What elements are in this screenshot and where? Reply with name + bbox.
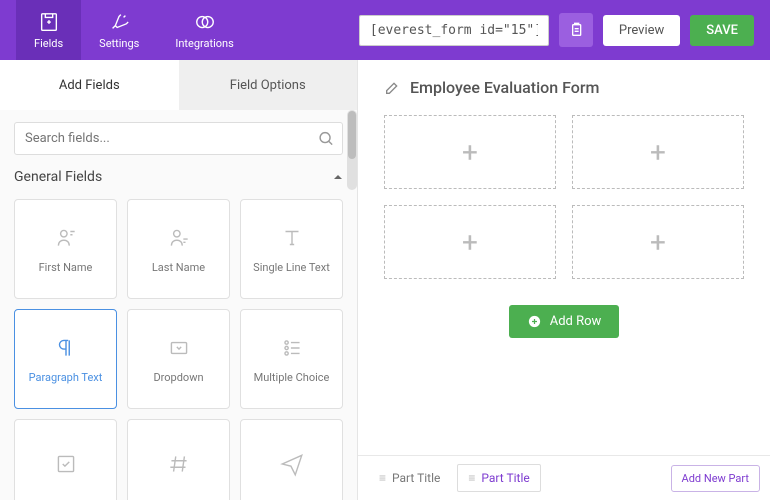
shortcode-input[interactable] [359, 15, 549, 46]
integrations-icon [194, 11, 216, 33]
radio-icon [279, 335, 305, 361]
plus-circle-icon [527, 314, 542, 329]
form-title[interactable]: Employee Evaluation Form [410, 78, 599, 97]
nav-fields[interactable]: Fields [16, 0, 81, 60]
preview-button[interactable]: Preview [603, 15, 680, 46]
part-tab[interactable]: ≡ Part Title [368, 464, 451, 492]
drop-slot[interactable]: + [384, 205, 556, 279]
collapse-icon [333, 172, 343, 182]
field-label: Last Name [152, 261, 205, 274]
nav-settings[interactable]: Settings [81, 0, 157, 60]
copy-shortcode-button[interactable] [559, 13, 593, 47]
drag-handle-icon: ≡ [468, 471, 475, 485]
field-multiple-choice[interactable]: Multiple Choice [240, 309, 343, 409]
nav-integrations[interactable]: Integrations [157, 0, 251, 60]
field-paragraph-text[interactable]: Paragraph Text [14, 309, 117, 409]
part-label: Part Title [481, 471, 529, 485]
part-tab[interactable]: ≡ Part Title [457, 464, 540, 492]
field-label: First Name [39, 261, 93, 274]
user-icon [166, 225, 192, 251]
fields-icon [38, 11, 60, 33]
save-button[interactable]: SAVE [690, 15, 754, 46]
add-row-label: Add Row [550, 314, 602, 329]
field-dropdown[interactable]: Dropdown [127, 309, 230, 409]
text-icon [279, 225, 305, 251]
part-label: Part Title [392, 471, 440, 485]
field-label: Dropdown [153, 371, 203, 384]
field-checkbox[interactable] [14, 419, 117, 500]
section-general-fields[interactable]: General Fields [14, 169, 343, 185]
field-last-name[interactable]: Last Name [127, 199, 230, 299]
field-label: Paragraph Text [29, 371, 103, 384]
checkbox-icon [53, 451, 79, 477]
user-icon [53, 225, 79, 251]
hash-icon [166, 451, 192, 477]
settings-icon [108, 11, 130, 33]
plus-icon: + [650, 136, 666, 169]
sidebar-scrollbar[interactable] [347, 110, 357, 190]
add-row-button[interactable]: Add Row [509, 305, 620, 338]
field-label: Multiple Choice [254, 371, 330, 384]
search-icon [318, 130, 335, 147]
tab-add-fields[interactable]: Add Fields [0, 60, 179, 110]
send-icon [279, 451, 305, 477]
edit-icon[interactable] [384, 80, 400, 96]
tab-field-options[interactable]: Field Options [179, 60, 358, 110]
field-single-line-text[interactable]: Single Line Text [240, 199, 343, 299]
drop-slot[interactable]: + [384, 115, 556, 189]
drag-handle-icon: ≡ [379, 471, 386, 485]
plus-icon: + [462, 136, 478, 169]
search-input[interactable] [14, 122, 343, 155]
field-label: Single Line Text [253, 261, 330, 274]
dropdown-icon [166, 335, 192, 361]
plus-icon: + [650, 226, 666, 259]
nav-label: Settings [99, 37, 139, 50]
add-part-button[interactable]: Add New Part [671, 465, 760, 492]
plus-icon: + [462, 226, 478, 259]
drop-slot[interactable]: + [572, 115, 744, 189]
field-first-name[interactable]: First Name [14, 199, 117, 299]
clipboard-icon [568, 22, 584, 38]
drop-slot[interactable]: + [572, 205, 744, 279]
field-email[interactable] [240, 419, 343, 500]
nav-label: Fields [34, 37, 63, 50]
field-number[interactable] [127, 419, 230, 500]
section-title: General Fields [14, 169, 102, 185]
paragraph-icon [53, 335, 79, 361]
nav-label: Integrations [175, 37, 233, 50]
